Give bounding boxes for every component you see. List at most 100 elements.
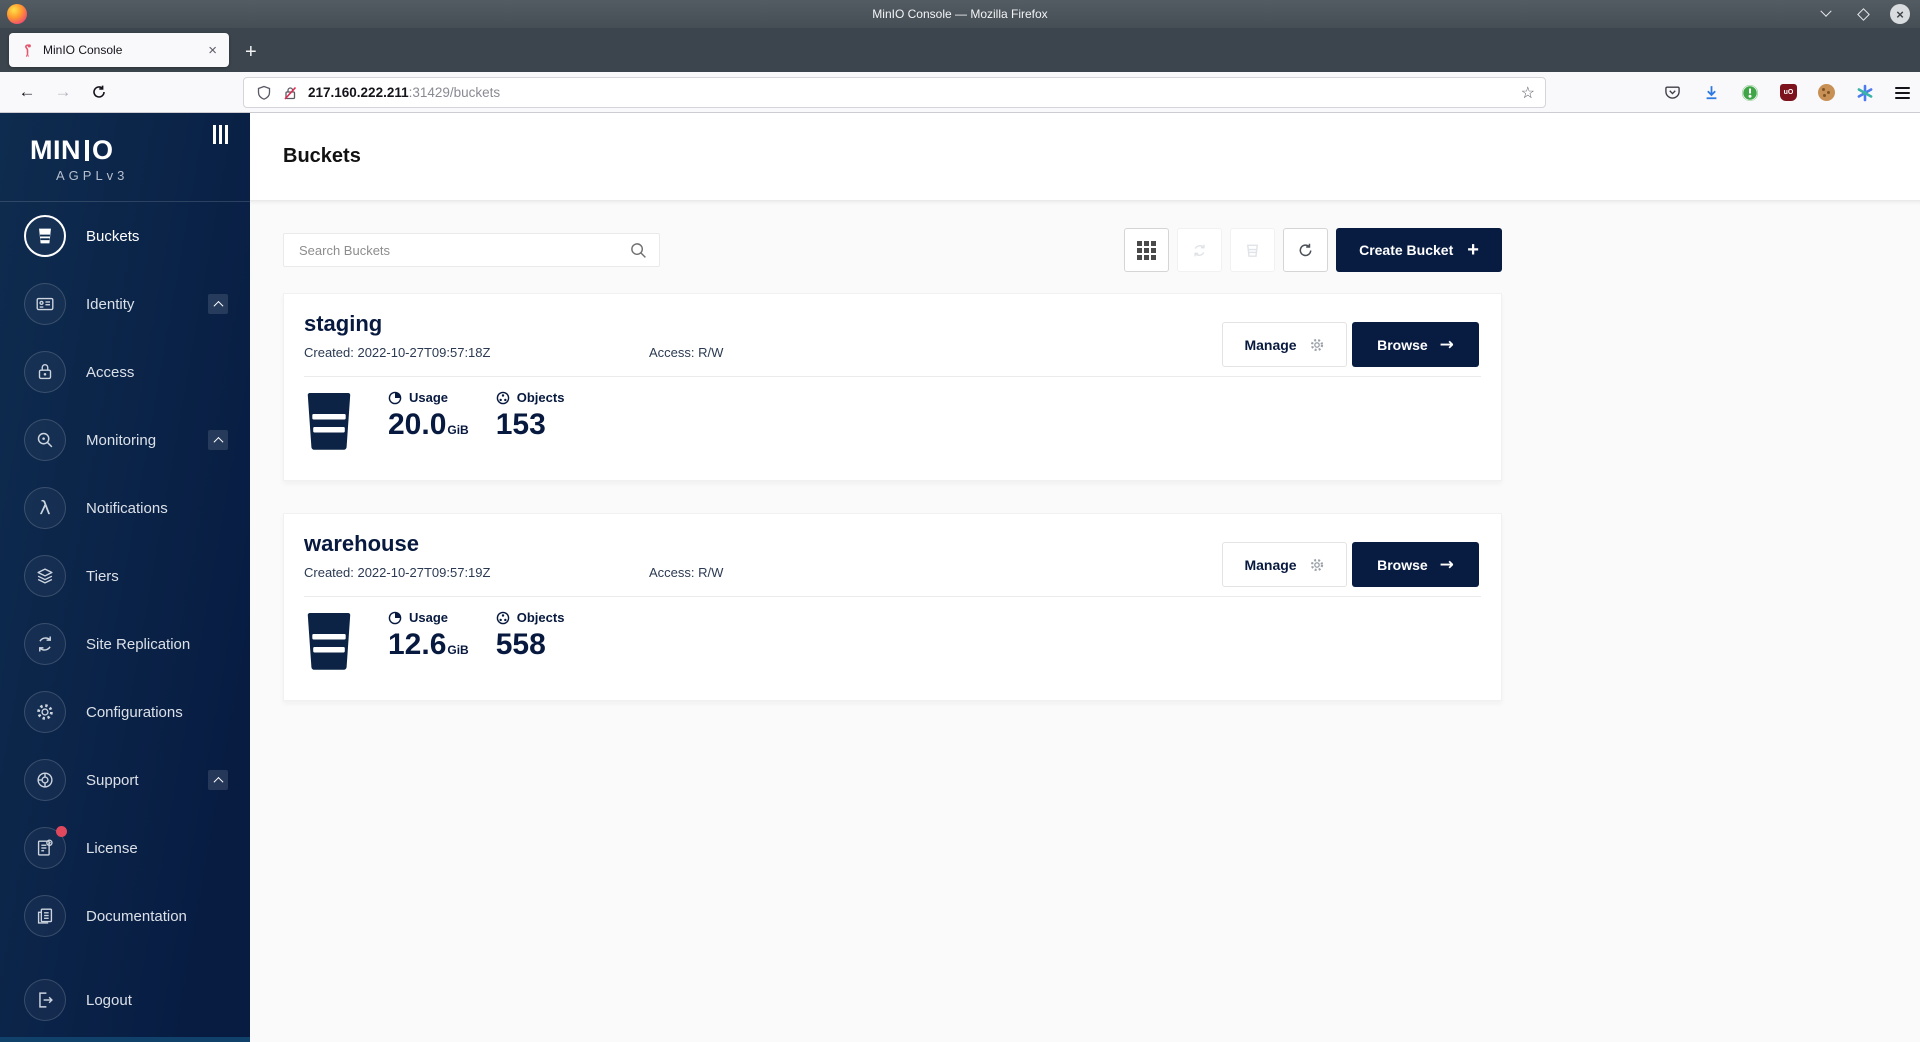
bucket-access: Access: R/W [649, 345, 723, 360]
pocket-icon[interactable] [1663, 84, 1681, 102]
search-input[interactable] [286, 243, 630, 258]
toolbar-extensions: uO [1663, 72, 1910, 113]
usage-value: 20.0GiB [388, 408, 469, 441]
reload-button[interactable] [84, 84, 114, 100]
pie-chart-icon [388, 611, 402, 625]
url-host: 217.160.222.211 [308, 85, 409, 100]
license-label: AGPLv3 [56, 168, 250, 183]
sidebar-item-access[interactable]: Access [0, 338, 250, 406]
page-header: Buckets [250, 113, 1920, 200]
sparkle-extension-icon[interactable] [1856, 84, 1874, 102]
chevron-up-icon[interactable] [208, 430, 228, 450]
objects-icon [496, 611, 510, 625]
id-card-icon [24, 283, 66, 325]
usage-label-row: Usage [388, 610, 469, 625]
usage-unit: GiB [447, 423, 468, 437]
url-path: :31429/buckets [409, 85, 501, 100]
window-titlebar: MinIO Console — Mozilla Firefox × [0, 0, 1920, 28]
bucket-metrics: Usage 12.6GiB [304, 610, 1481, 672]
insecure-lock-icon[interactable] [282, 85, 298, 101]
sidebar-item-documentation[interactable]: Documentation [0, 882, 250, 950]
shield-icon[interactable] [256, 85, 272, 101]
replication-icon [1191, 242, 1208, 259]
bucket-created: Created: 2022-10-27T09:57:19Z [304, 565, 649, 580]
usage-metric: Usage 12.6GiB [388, 610, 469, 672]
menu-hamburger-icon[interactable] [1895, 87, 1910, 99]
tab-title: MinIO Console [43, 43, 204, 57]
search-icon [630, 242, 647, 259]
search-buckets-box[interactable] [283, 233, 660, 267]
sidebar-item-identity[interactable]: Identity [0, 270, 250, 338]
card-divider [304, 376, 1481, 377]
cookie-extension-icon[interactable] [1818, 84, 1835, 101]
refresh-icon [1297, 242, 1314, 259]
sidebar-item-label: Tiers [86, 568, 119, 585]
usage-label: Usage [409, 610, 448, 625]
sidebar-item-notifications[interactable]: λ Notifications [0, 474, 250, 542]
sidebar-collapse-icon[interactable] [213, 125, 228, 144]
license-alert-badge [56, 826, 67, 837]
window-close-button[interactable]: × [1890, 4, 1910, 24]
create-bucket-label: Create Bucket [1359, 242, 1453, 258]
download-icon[interactable] [1702, 84, 1720, 102]
browser-toolbar: ← → 217.160.222.211:31429/buckets [0, 72, 1920, 113]
sidebar-item-support[interactable]: Support [0, 746, 250, 814]
arrow-right-icon: → [1440, 335, 1454, 355]
main-content: Buckets [250, 113, 1920, 1042]
maximize-diamond-icon [1857, 8, 1870, 21]
lock-icon [24, 351, 66, 393]
browse-button[interactable]: Browse → [1352, 542, 1479, 587]
manage-button[interactable]: Manage [1222, 542, 1347, 587]
browse-button[interactable]: Browse → [1352, 322, 1479, 367]
objects-metric: Objects 558 [496, 610, 565, 672]
url-bar[interactable]: 217.160.222.211:31429/buckets ☆ [243, 77, 1546, 108]
logo-text-right: O [92, 135, 114, 166]
sidebar-item-label: Documentation [86, 908, 187, 925]
bucket-card-staging[interactable]: staging Created: 2022-10-27T09:57:18Z Ac… [283, 293, 1502, 481]
browse-label: Browse [1377, 337, 1428, 353]
sidebar-item-configurations[interactable]: Configurations [0, 678, 250, 746]
window-minimize-button[interactable] [1816, 4, 1836, 24]
extension-green-icon[interactable] [1741, 84, 1759, 102]
lambda-glyph: λ [39, 497, 50, 519]
browser-tab-minio-console[interactable]: MinIO Console × [9, 33, 229, 67]
grid-icon [1137, 241, 1156, 260]
sidebar-item-logout[interactable]: Logout [0, 966, 250, 1034]
tab-close-button[interactable]: × [204, 42, 221, 59]
usage-label-row: Usage [388, 390, 469, 405]
forward-button[interactable]: → [48, 82, 78, 102]
grid-view-button[interactable] [1124, 228, 1169, 272]
objects-value: 558 [496, 628, 565, 661]
sidebar-item-site-replication[interactable]: Site Replication [0, 610, 250, 678]
sidebar-item-label: License [86, 840, 138, 857]
sidebar-item-buckets[interactable]: Buckets [0, 202, 250, 270]
sidebar-item-license[interactable]: License [0, 814, 250, 882]
ublock-origin-icon[interactable]: uO [1780, 84, 1797, 101]
objects-label-row: Objects [496, 610, 565, 625]
bucket-card-warehouse[interactable]: warehouse Created: 2022-10-27T09:57:19Z … [283, 513, 1502, 701]
objects-label: Objects [517, 390, 565, 405]
page-title: Buckets [283, 145, 361, 168]
create-bucket-button[interactable]: Create Bucket + [1336, 228, 1502, 272]
toolbar-actions: Create Bucket + [1124, 228, 1502, 272]
minio-favicon-icon [20, 43, 35, 58]
content-area: Create Bucket + staging Created: 2022-10… [250, 200, 1920, 1042]
chevron-up-icon[interactable] [208, 770, 228, 790]
url-text[interactable]: 217.160.222.211:31429/buckets [308, 85, 1521, 100]
chevron-up-icon[interactable] [208, 294, 228, 314]
new-tab-button[interactable]: + [245, 42, 257, 62]
usage-value: 12.6GiB [388, 628, 469, 661]
sidebar-item-tiers[interactable]: Tiers [0, 542, 250, 610]
sidebar-item-monitoring[interactable]: Monitoring [0, 406, 250, 474]
refresh-button[interactable] [1283, 228, 1328, 272]
bucket-metrics: Usage 20.0GiB [304, 390, 1481, 452]
bookmark-star-icon[interactable]: ☆ [1521, 83, 1535, 103]
gear-icon [24, 691, 66, 733]
window-maximize-button[interactable] [1853, 4, 1873, 24]
back-button[interactable]: ← [12, 82, 42, 102]
minio-console-app: MINO AGPLv3 Buckets [0, 113, 1920, 1042]
manage-button[interactable]: Manage [1222, 322, 1347, 367]
sidebar-item-label: Buckets [86, 228, 139, 245]
objects-icon [496, 391, 510, 405]
arrow-right-icon: → [1440, 555, 1454, 575]
